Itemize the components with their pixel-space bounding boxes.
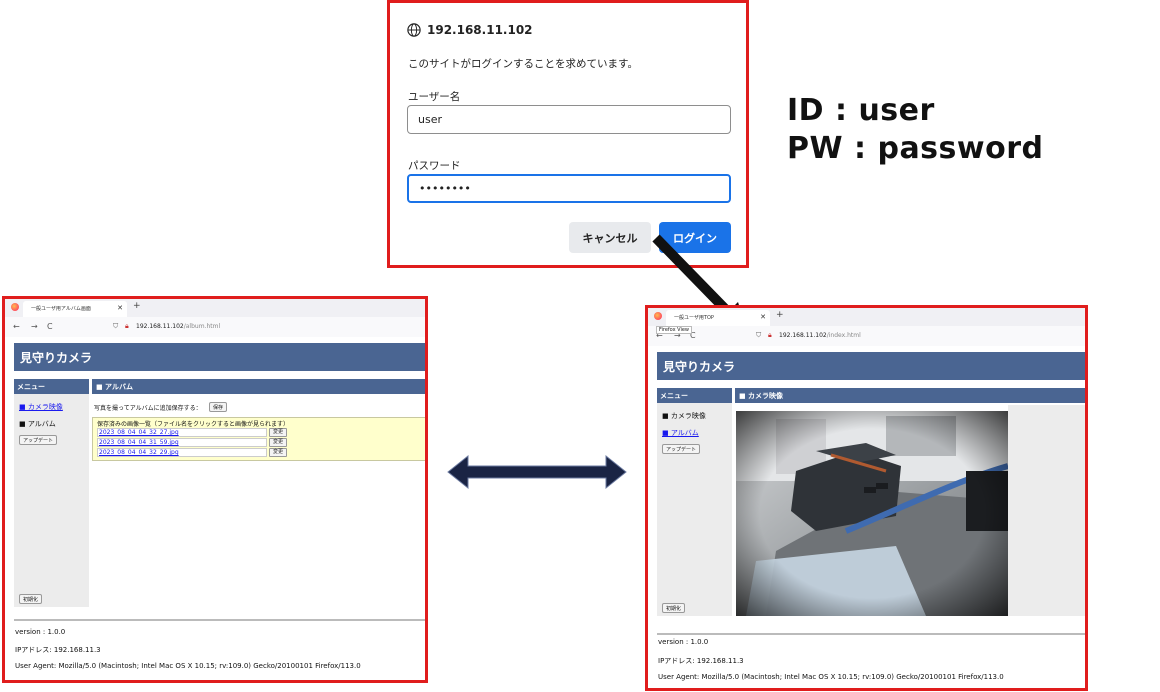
credential-id: ID : user (787, 93, 935, 128)
file-link[interactable]: 2023_08_04_04_32_27.jpg (97, 428, 267, 437)
shield-icon[interactable]: ⛉ (756, 331, 761, 340)
firefox-logo-icon (654, 312, 662, 320)
back-icon[interactable]: ← (13, 322, 20, 331)
tab-bar: 一般ユーザ用TOP ✕ + (648, 308, 1085, 326)
username-label: ユーザー名 (408, 91, 461, 103)
menu-item-album[interactable]: ■ アルバム (662, 428, 699, 438)
list-item: 2023_08_04_04_32_27.jpg 変更 (97, 428, 287, 437)
menu-item-camera: ■ カメラ映像 (662, 412, 706, 420)
divider (14, 619, 425, 621)
version-text: version : 1.0.0 (15, 628, 66, 636)
menu-item-album: ■ アルバム (19, 420, 56, 428)
section-title: ■ アルバム (92, 379, 425, 394)
content-panel (1008, 405, 1085, 616)
album-list-header: 保存済みの画像一覧（ファイル名をクリックすると画像が見られます） (97, 421, 290, 428)
site-host: 192.168.11.102 (427, 23, 533, 37)
tab-title: 一般ユーザ用TOP (674, 315, 714, 321)
tab-bar: 一般ユーザ用アルバム画面 ✕ + (5, 299, 425, 317)
sidebar (657, 388, 732, 616)
list-item: 2023_08_04_04_32_29.jpg 変更 (97, 448, 287, 457)
ip-text: IPアドレス: 192.168.11.3 (15, 646, 101, 654)
menu-title: メニュー (657, 388, 732, 403)
sidebar (14, 379, 89, 607)
page-title: 見守りカメラ (657, 352, 1085, 380)
divider (657, 633, 1085, 635)
tab-camera[interactable]: 一般ユーザ用TOP ✕ (666, 310, 770, 326)
new-tab-icon[interactable]: + (133, 301, 141, 311)
tooltip: Firefox View (656, 326, 693, 334)
globe-icon (407, 23, 421, 37)
save-prompt: 写真を撮ってアルバムに追加保存する： (94, 405, 202, 412)
album-browser-window: 一般ユーザ用アルバム画面 ✕ + ← → C ⛉ 🔒︎ 192.168.11.1… (2, 296, 428, 683)
menu-item-camera[interactable]: ■ カメラ映像 (19, 402, 63, 412)
save-button[interactable]: 保存 (209, 402, 228, 412)
update-button[interactable]: アップデート (662, 444, 701, 454)
nav-bar: ← → C ⛉ 🔒︎ 192.168.11.102/index.html (648, 326, 1085, 346)
camera-browser-window: 一般ユーザ用TOP ✕ + Firefox View ← → C ⛉ 🔒︎ 19… (645, 305, 1088, 691)
ip-text: IPアドレス: 192.168.11.3 (658, 657, 744, 665)
nav-bar: ← → C ⛉ 🔒︎ 192.168.11.102/album.html (5, 317, 425, 337)
menu-title: メニュー (14, 379, 89, 394)
new-tab-icon[interactable]: + (776, 310, 784, 320)
version-text: version : 1.0.0 (658, 638, 709, 646)
url-bar[interactable]: 192.168.11.102/index.html (779, 332, 861, 339)
user-agent-text: User Agent: Mozilla/5.0 (Macintosh; Inte… (658, 673, 1004, 681)
lock-icon[interactable]: 🔒︎ (768, 331, 772, 340)
tab-album[interactable]: 一般ユーザ用アルバム画面 ✕ (23, 301, 127, 317)
album-list: 保存済みの画像一覧（ファイル名をクリックすると画像が見られます） 2023_08… (92, 417, 425, 461)
url-bar[interactable]: 192.168.11.102/album.html (136, 323, 220, 330)
cancel-button[interactable]: キャンセル (569, 222, 651, 253)
reload-icon[interactable]: C (47, 322, 53, 331)
lock-icon[interactable]: 🔒︎ (125, 322, 129, 331)
change-button[interactable]: 変更 (269, 438, 287, 447)
camera-feed-image (736, 411, 1008, 616)
username-field[interactable] (407, 105, 731, 134)
close-tab-icon[interactable]: ✕ (760, 313, 766, 321)
login-dialog: 192.168.11.102 このサイトがログインすることを求めています。 ユー… (387, 0, 749, 268)
site-header: 192.168.11.102 (407, 23, 533, 37)
login-message: このサイトがログインすることを求めています。 (408, 58, 638, 70)
close-tab-icon[interactable]: ✕ (117, 304, 123, 312)
change-button[interactable]: 変更 (269, 448, 287, 457)
password-field[interactable] (407, 174, 731, 203)
tab-title: 一般ユーザ用アルバム画面 (31, 306, 91, 312)
page-title: 見守りカメラ (14, 343, 425, 371)
section-title: ■ カメラ映像 (735, 388, 1085, 403)
reset-button[interactable]: 初期化 (19, 594, 43, 604)
list-item: 2023_08_04_04_31_59.jpg 変更 (97, 438, 287, 447)
credential-pw: PW : password (787, 131, 1044, 166)
shield-icon[interactable]: ⛉ (113, 322, 118, 331)
firefox-logo-icon (11, 303, 19, 311)
reset-button[interactable]: 初期化 (662, 603, 686, 613)
update-button[interactable]: アップデート (19, 435, 58, 445)
double-arrow-icon (447, 454, 627, 490)
change-button[interactable]: 変更 (269, 428, 287, 437)
user-agent-text: User Agent: Mozilla/5.0 (Macintosh; Inte… (15, 662, 361, 670)
file-link[interactable]: 2023_08_04_04_31_59.jpg (97, 438, 267, 447)
forward-icon[interactable]: → (31, 322, 38, 331)
password-label: パスワード (408, 160, 461, 172)
file-link[interactable]: 2023_08_04_04_32_29.jpg (97, 448, 267, 457)
